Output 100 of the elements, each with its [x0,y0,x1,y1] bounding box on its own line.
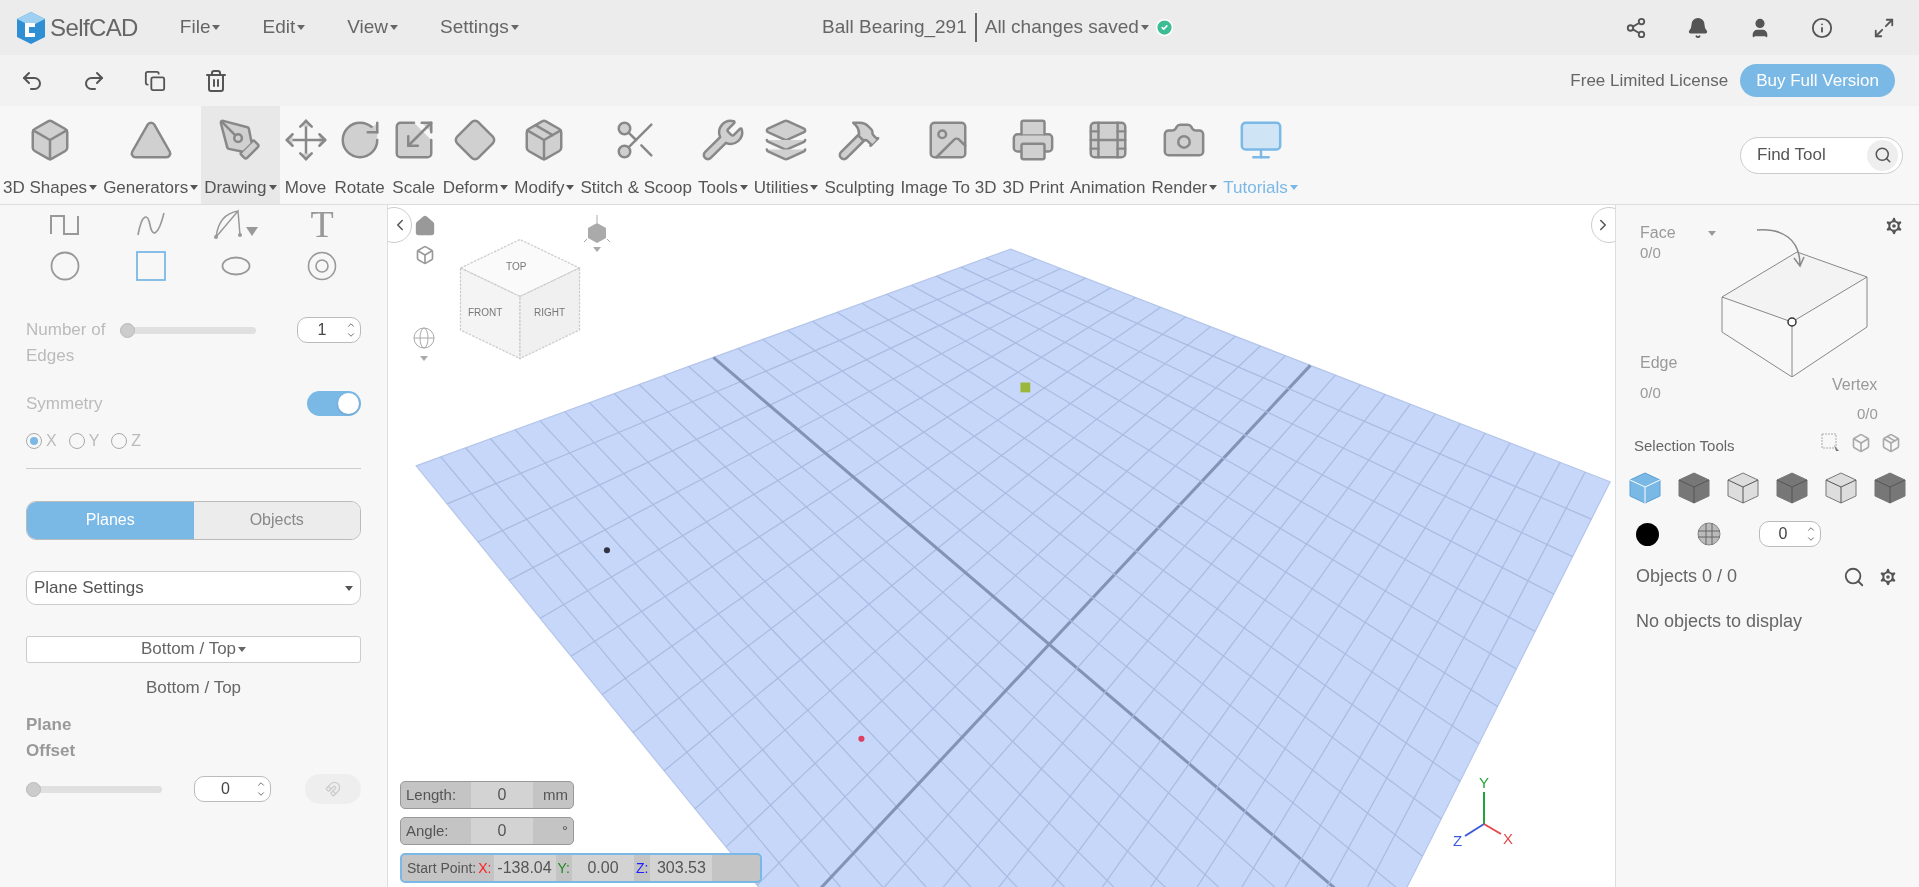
selection-tools-label: Selection Tools [1634,435,1735,456]
fullscreen-icon[interactable] [1873,16,1895,39]
license-label: Free Limited License [1570,69,1729,92]
selection-mode-icon[interactable] [1775,471,1809,505]
coordinate-value: 303.53 [650,855,713,881]
bell-icon[interactable] [1687,16,1709,39]
home-icon[interactable] [414,215,436,237]
plane-dropdown[interactable]: Bottom / Top [26,635,361,663]
package-icon[interactable] [1881,433,1901,453]
toolbar-tool[interactable]: Animation [1066,106,1149,204]
copy-icon[interactable] [144,69,166,92]
document-title: Ball Bearing_291 [822,13,977,42]
number-field[interactable]: 0 [194,776,271,802]
checkered-sphere-icon[interactable] [1697,522,1721,546]
plane-settings-dropdown[interactable]: Plane Settings [26,570,361,605]
settings-icon[interactable] [1877,565,1899,588]
save-status[interactable]: All changes saved [976,13,1149,42]
caret-icon [1707,230,1716,236]
face-label: Face [1640,221,1716,245]
toolbar-tool[interactable]: Deform [439,106,512,204]
frame-box-icon[interactable] [415,245,435,265]
slider-thumb[interactable] [26,781,41,797]
menu-item[interactable]: File [179,13,221,42]
face-count: 0/0 [1640,243,1661,263]
edges-label: Number of Edges [26,319,106,367]
toolbar-tool[interactable]: Utilities [750,106,822,204]
toolbar-tool[interactable]: Move [279,106,332,204]
plane-label: Bottom / Top [145,676,242,699]
vertex-count: 0/0 [1857,404,1878,424]
symmetry-toggle[interactable] [307,391,361,417]
circle-icon[interactable] [49,251,80,281]
toolbar-tool[interactable]: 3D Print [999,106,1067,204]
axis-label: Z: [634,858,650,878]
logo-icon [16,10,46,45]
box-select-icon[interactable] [1821,433,1841,453]
measure-field[interactable]: Length: 0 mm [400,781,574,809]
settings-icon[interactable] [1883,215,1905,237]
square-icon[interactable] [135,251,166,281]
toolbar-tool[interactable]: Image To 3D [897,106,1000,204]
menu-item[interactable]: Edit [262,13,306,42]
coordinate-value: 0.00 [571,855,634,881]
selection-mode-icon[interactable] [1824,471,1858,505]
edge-label: Edge [1640,353,1678,373]
toolbar-tool[interactable]: Render [1148,106,1221,204]
measure-field[interactable]: Angle: 0 ° [400,817,574,845]
axis-label: Y [1479,773,1489,793]
number-field[interactable]: 1 [297,317,361,343]
selection-mode-icon[interactable] [1628,471,1662,505]
field-label: Start Point: [406,858,477,878]
app-name: SelfCAD [50,12,138,43]
share-icon[interactable] [1625,16,1647,39]
find-tool-field[interactable]: Find Tool [1757,142,1867,168]
info-icon[interactable] [1811,16,1833,39]
toolbar-tool[interactable]: Generators [100,106,202,204]
search-icon[interactable] [1843,565,1865,588]
selection-mode-icon[interactable] [1873,471,1907,505]
field-value: 0 [471,782,533,808]
cube-face-label: FRONT [468,306,503,320]
search-field[interactable]: Find Tool [1740,136,1903,174]
selection-mode-icon[interactable] [1726,471,1760,505]
cube-face-label: RIGHT [534,306,566,320]
search-icon[interactable] [1867,139,1898,171]
menu-item[interactable]: View [347,13,399,42]
trash-icon[interactable] [204,68,228,93]
view-cube[interactable]: TOP FRONT RIGHT [458,237,582,361]
edge-count: 0/0 [1640,383,1661,403]
unit-label: ° [562,820,569,841]
symmetry-label: Symmetry [26,393,103,415]
selection-mode-icon[interactable] [1677,471,1711,505]
coordinate-value: -138.04 [493,855,556,881]
empty-message: No objects to display [1635,610,1804,633]
objects-count: Objects 0 / 0 [1636,565,1738,588]
globe-icon[interactable] [413,327,435,363]
bezier-icon[interactable] [212,209,261,239]
toolbar-tool[interactable]: Stitch & Scoop [577,106,695,204]
slider-thumb[interactable] [120,323,135,338]
caret-icon [390,25,399,30]
number-field[interactable]: 0 [1759,521,1821,547]
toolbar-tool[interactable]: Modify [511,106,578,204]
unit-label: mm [543,784,569,805]
axis-label: Y: [556,858,571,878]
cube-face-label: TOP [506,260,527,274]
toolbar-tool[interactable]: Scale [387,106,440,204]
caret-icon [345,585,353,591]
start-point-field[interactable]: Start Point:X: -138.04 Y: 0.00 Z: 303.53 [400,853,762,883]
curve-icon[interactable] [135,211,166,237]
caret-icon [212,25,221,30]
ellipse-icon[interactable] [221,256,252,276]
magnet-icon [325,781,341,797]
toolbar-tool[interactable]: Sculpting [821,106,898,204]
menu-item[interactable]: Settings [440,13,519,42]
number-value: 1 [316,320,328,340]
step-line-icon[interactable] [48,213,81,235]
field-value: 0 [471,818,533,844]
toolbar-tool[interactable]: 3D Shapes [0,106,101,204]
toolbar-tool[interactable]: Tools [694,106,751,204]
toolbar-tool[interactable]: Drawing [201,106,280,204]
ring-icon[interactable] [307,251,338,281]
toolbar-tool[interactable]: Rotate [331,106,388,204]
box-icon[interactable] [1851,433,1871,453]
